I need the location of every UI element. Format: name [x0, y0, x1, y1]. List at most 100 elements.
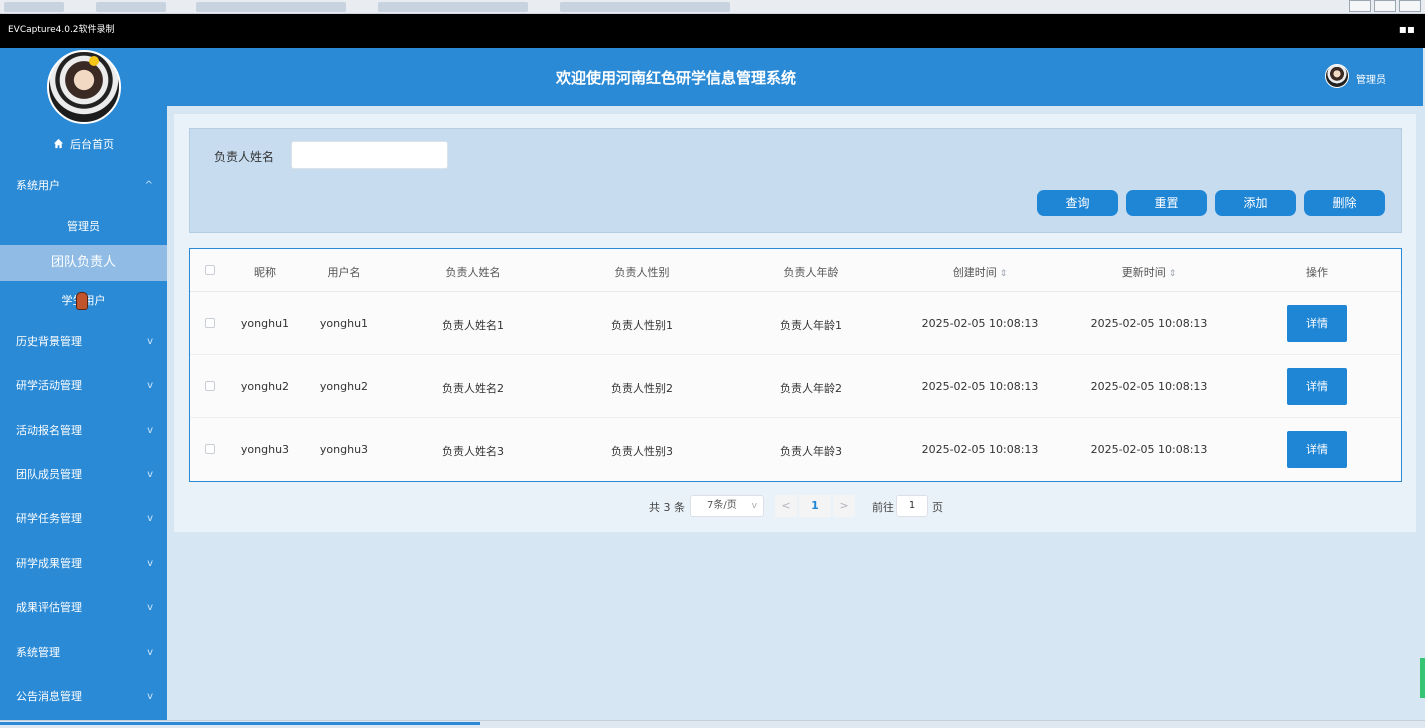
cell-leader-name: 负责人姓名1: [442, 319, 504, 332]
sidebar-item-result-evaluation[interactable]: 成果评估管理 v: [0, 593, 167, 623]
next-page-button[interactable]: >: [833, 495, 855, 517]
sidebar-item-team-members[interactable]: 团队成员管理 v: [0, 460, 167, 490]
cell-nickname: yonghu3: [240, 443, 290, 456]
chevron-down-icon: v: [147, 602, 153, 613]
detail-button[interactable]: 详情: [1287, 305, 1347, 342]
sidebar-item-study-results[interactable]: 研学成果管理 v: [0, 549, 167, 579]
browser-tab[interactable]: [96, 2, 166, 12]
cell-nickname: yonghu1: [240, 317, 290, 330]
sidebar-home-link[interactable]: 后台首页: [0, 136, 167, 154]
sidebar-subitem-team-leader[interactable]: 团队负责人: [0, 245, 167, 281]
header-leader-name: 负责人姓名: [445, 266, 501, 279]
sort-icon[interactable]: ⇕: [1169, 269, 1177, 279]
sidebar-item-activity-signup[interactable]: 活动报名管理 v: [0, 416, 167, 446]
browser-tab-strip: [0, 0, 1425, 14]
chevron-up-icon: ^: [144, 180, 153, 191]
search-input[interactable]: [291, 141, 448, 169]
detail-button[interactable]: 详情: [1287, 368, 1347, 405]
cell-updated-time: 2025-02-05 10:08:13: [1090, 443, 1208, 456]
chevron-down-icon: v: [147, 558, 153, 569]
cell-username: yonghu2: [319, 380, 369, 393]
chevron-down-icon: v: [147, 647, 153, 658]
header-username: 用户名: [327, 266, 361, 279]
header-created-label: 创建时间: [952, 266, 997, 279]
sidebar-item-announcements[interactable]: 公告消息管理 v: [0, 682, 167, 712]
maximize-button[interactable]: [1374, 0, 1396, 12]
grid-icon[interactable]: ▪▪: [1399, 22, 1415, 36]
sidebar-subitem-label: 团队负责人: [50, 255, 116, 270]
sort-icon[interactable]: ⇕: [1000, 269, 1008, 279]
cell-username: yonghu3: [319, 443, 369, 456]
progress-bar: [0, 722, 480, 725]
sidebar-item-system-users[interactable]: 系统用户 ^: [0, 171, 167, 201]
sidebar-subitem-admin[interactable]: 管理员: [0, 209, 167, 245]
page-title: 欢迎使用河南红色研学信息管理系统: [555, 69, 796, 87]
cell-created-time: 2025-02-05 10:08:13: [921, 317, 1039, 330]
header-nickname: 昵称: [254, 266, 276, 279]
browser-tab[interactable]: [4, 2, 64, 12]
cell-updated-time: 2025-02-05 10:08:13: [1090, 380, 1208, 393]
chevron-down-icon: v: [147, 380, 153, 391]
add-button[interactable]: 添加: [1215, 190, 1296, 216]
scroll-accent: [1420, 658, 1425, 698]
prev-page-button[interactable]: <: [775, 495, 797, 517]
sidebar-item-label: 公告消息管理: [16, 690, 82, 703]
hand-cursor-icon: [76, 292, 88, 310]
avatar: [47, 50, 121, 124]
browser-tab[interactable]: [560, 2, 730, 12]
sidebar-item-label: 系统用户: [16, 179, 60, 192]
reset-button[interactable]: 重置: [1126, 190, 1207, 216]
taskbar-strip: [0, 720, 1425, 728]
row-checkbox[interactable]: [205, 318, 215, 328]
page-size-select[interactable]: 7条/页 v: [690, 495, 764, 517]
chevron-down-icon: v: [147, 425, 153, 436]
sidebar-item-label: 成果评估管理: [16, 601, 82, 614]
sidebar-item-study-tasks[interactable]: 研学任务管理 v: [0, 504, 167, 534]
table-row: yonghu2 yonghu2 负责人姓名2 负责人性别2 负责人年龄2 202…: [190, 355, 1401, 418]
sidebar-item-system-management[interactable]: 系统管理 v: [0, 638, 167, 668]
chevron-down-icon: v: [147, 469, 153, 480]
header-updated-time[interactable]: 更新时间 ⇕: [1089, 264, 1209, 280]
capture-title: EVCapture4.0.2软件录制: [8, 25, 115, 35]
sidebar-item-label: 研学任务管理: [16, 512, 82, 525]
close-button[interactable]: [1399, 0, 1421, 12]
sidebar-item-label: 研学活动管理: [16, 379, 82, 392]
current-page[interactable]: 1: [799, 495, 831, 517]
minimize-button[interactable]: [1349, 0, 1371, 12]
table-header: 昵称 用户名 负责人姓名 负责人性别 负责人年龄 创建时间 ⇕ 更新时间 ⇕ 操作: [190, 249, 1401, 292]
chevron-down-icon: v: [147, 691, 153, 702]
sidebar-item-history-background[interactable]: 历史背景管理 v: [0, 327, 167, 357]
sidebar-item-label: 历史背景管理: [16, 335, 82, 348]
cell-leader-gender: 负责人性别1: [611, 319, 673, 332]
header-leader-age: 负责人年龄: [783, 266, 839, 279]
delete-button[interactable]: 删除: [1304, 190, 1385, 216]
page-suffix: 页: [932, 501, 943, 514]
cell-updated-time: 2025-02-05 10:08:13: [1090, 317, 1208, 330]
sidebar-subitem-label: 管理员: [67, 220, 100, 233]
admin-avatar[interactable]: [1325, 64, 1349, 88]
sidebar-item-study-activity[interactable]: 研学活动管理 v: [0, 371, 167, 401]
home-icon: [53, 138, 64, 149]
top-header: 欢迎使用河南红色研学信息管理系统 管理员: [167, 48, 1423, 106]
header-created-time[interactable]: 创建时间 ⇕: [920, 264, 1040, 280]
select-all-checkbox[interactable]: [205, 265, 215, 275]
header-actions: 操作: [1306, 266, 1328, 279]
cell-leader-name: 负责人姓名2: [442, 382, 504, 395]
table-row: yonghu1 yonghu1 负责人姓名1 负责人性别1 负责人年龄1 202…: [190, 292, 1401, 355]
detail-button[interactable]: 详情: [1287, 431, 1347, 468]
cell-leader-age: 负责人年龄2: [780, 382, 842, 395]
pagination-total: 共 3 条: [649, 501, 685, 514]
row-checkbox[interactable]: [205, 444, 215, 454]
data-table: 昵称 用户名 负责人姓名 负责人性别 负责人年龄 创建时间 ⇕ 更新时间 ⇕ 操作 …: [189, 248, 1402, 482]
row-checkbox[interactable]: [205, 381, 215, 391]
cell-leader-name: 负责人姓名3: [442, 445, 504, 458]
goto-label: 前往: [872, 501, 894, 514]
sidebar-item-label: 团队成员管理: [16, 468, 82, 481]
browser-tab[interactable]: [378, 2, 528, 12]
cell-leader-age: 负责人年龄1: [780, 319, 842, 332]
goto-page-input[interactable]: 1: [896, 495, 928, 517]
header-leader-gender: 负责人性别: [614, 266, 670, 279]
browser-tab[interactable]: [196, 2, 346, 12]
query-button[interactable]: 查询: [1037, 190, 1118, 216]
admin-label[interactable]: 管理员: [1356, 71, 1386, 86]
